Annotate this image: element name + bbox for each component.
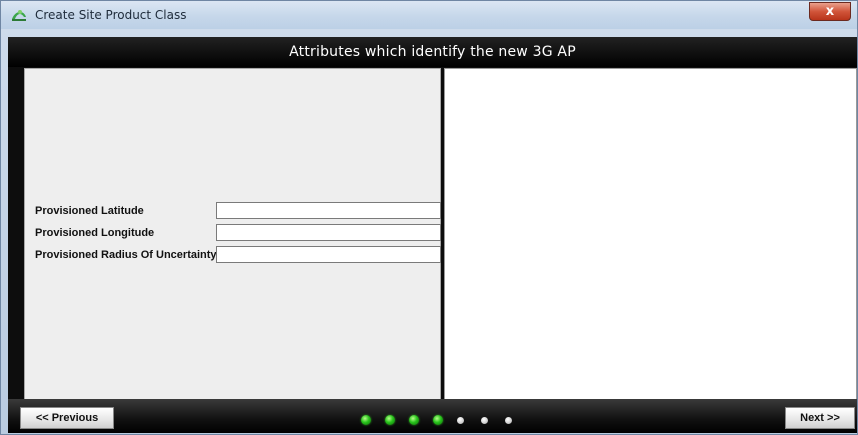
longitude-label: Provisioned Longitude: [35, 227, 155, 239]
step-indicator-5: [457, 417, 464, 424]
title-bar[interactable]: Create Site Product Class x: [1, 1, 857, 29]
step-indicator-6: [481, 417, 488, 424]
wizard-body: Attributes which identify the new 3G AP …: [8, 37, 857, 433]
radius-row: Provisioned Radius Of Uncertainty: [35, 246, 442, 264]
latitude-input[interactable]: [216, 202, 441, 219]
latitude-label: Provisioned Latitude: [35, 205, 144, 217]
attributes-form-panel: Provisioned Latitude Provisioned Longitu…: [24, 68, 441, 431]
app-icon: [12, 10, 26, 21]
dialog-window: Create Site Product Class x Attributes w…: [0, 0, 858, 435]
radius-input[interactable]: [216, 246, 441, 263]
longitude-row: Provisioned Longitude: [35, 224, 442, 242]
longitude-input[interactable]: [216, 224, 441, 241]
latitude-row: Provisioned Latitude: [35, 202, 442, 220]
wizard-footer: << Previous Next >>: [8, 399, 857, 433]
wizard-step-title: Attributes which identify the new 3G AP: [8, 37, 857, 67]
step-indicator-3: [409, 415, 419, 425]
step-indicator-2: [385, 415, 395, 425]
next-button[interactable]: Next >>: [785, 407, 855, 429]
radius-label: Provisioned Radius Of Uncertainty: [35, 249, 217, 261]
step-indicator-4: [433, 415, 443, 425]
close-button[interactable]: x: [809, 2, 851, 21]
step-indicator-1: [361, 415, 371, 425]
detail-panel: [444, 68, 857, 426]
step-indicator-7: [505, 417, 512, 424]
window-title: Create Site Product Class: [35, 8, 187, 22]
previous-button[interactable]: << Previous: [20, 407, 114, 429]
